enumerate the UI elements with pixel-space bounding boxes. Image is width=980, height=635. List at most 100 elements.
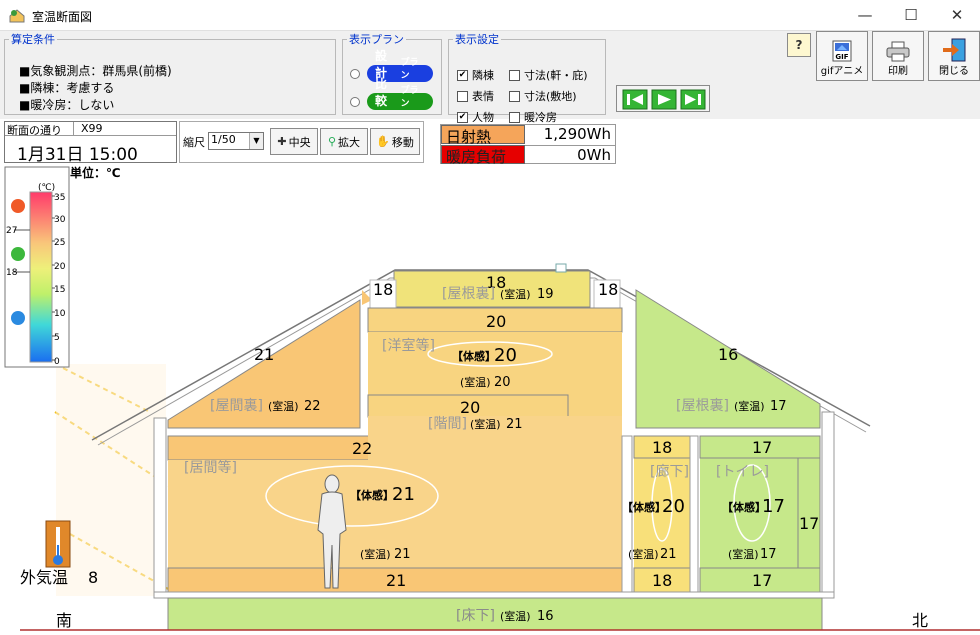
outside-label: 外気温 [20,568,68,587]
neighbor-checkbox[interactable]: ✔ 隣棟 [457,67,494,83]
hvac-checkbox[interactable]: 暖冷房 [509,109,557,125]
chevron-down-icon[interactable]: ▼ [249,133,263,149]
hall-feel-label: 【体感】 [622,500,666,514]
person-check-box[interactable]: ✔ [457,111,468,123]
toilet-feel: 17 [762,496,785,517]
maximize-button[interactable]: ☐ [888,0,934,30]
print-button[interactable]: 印刷 [872,31,924,81]
enlarge-label: 拡大 [338,135,361,149]
close-app-button[interactable]: 閉じる [928,31,980,81]
play-icon[interactable] [651,89,677,110]
zoom-value: 1/50 [211,133,236,146]
tick-10: 10 [54,309,66,319]
step-back-icon[interactable] [622,89,648,110]
south-label: 南 [56,611,72,630]
toilet-side [797,457,821,569]
gif-animation-button[interactable]: GIF gifアニメ [816,31,868,81]
western-temp: 20 [494,375,511,390]
close-window-button[interactable]: ✕ [934,0,980,30]
solar-value: 1,290Wh [543,125,611,143]
tick-30: 30 [54,215,66,225]
right-attic-label: [屋根裏] [676,397,729,414]
expression-check-box[interactable] [457,90,468,102]
toilet-room-label: (室温) [728,547,759,561]
living-feel: 21 [392,484,415,505]
unit-symbol: (℃) [38,183,55,193]
design-plan-suffix: プラン [400,58,419,81]
enlarge-button[interactable]: ⚲ 拡大 [320,128,368,155]
section-info: 断面の通り X99 1月31日 15:00 [4,121,177,165]
toilet-feel-label: 【体感】 [722,500,766,514]
compare-plan-label: 比較 [375,77,388,108]
ceiling1-temp: 22 [352,439,372,458]
left-attic-temp: 22 [304,399,321,414]
compare-plan-radio[interactable] [350,97,360,107]
gif-label: gifアニメ [820,66,864,77]
living-floor-temp: 21 [386,571,406,590]
site-dimension-checkbox[interactable]: 寸法(敷地) [509,88,577,104]
left-attic-area [167,299,361,429]
toilet-side-temp: 17 [799,514,819,533]
tick-25: 25 [54,238,65,248]
projection-shade [56,364,166,596]
western-feel: 20 [494,345,517,366]
attic-temp: 19 [537,287,554,302]
design-plan-radio[interactable] [350,69,360,79]
hall-floor-temp: 18 [652,571,672,590]
heat-label-cell: 暖房負荷 [441,145,525,166]
compare-plan-suffix: プラン [400,86,419,109]
living-room-label: (室温) [360,547,391,561]
tick-35: 35 [54,193,65,203]
right-attic-temp: 17 [770,399,787,414]
hvac-check-label: 暖冷房 [524,111,557,124]
condition-neighbor: ■隣棟：考慮する [19,81,115,95]
eave-check-box[interactable] [509,69,520,81]
section-drawing: 単位：℃ (℃) 35 30 25 20 15 10 5 0 27 18 21 … [4,165,980,631]
living-feel-label: 【体感】 [350,488,394,502]
exit-door-icon [943,38,966,62]
heat-label: 暖房負荷 [446,148,507,166]
minimize-button[interactable]: — [842,0,888,30]
attic-top-left-temp: 18 [373,280,393,299]
hvac-check-box[interactable] [509,111,520,123]
site-check-box[interactable] [509,90,520,102]
section-divider [73,122,74,136]
title-bar: 室温断面図 — ☐ ✕ [0,0,980,31]
living-temp: 21 [394,547,411,562]
south-wall [153,417,167,597]
floor2-temp: 20 [460,398,480,417]
upper-ceiling-temp: 20 [486,312,506,331]
center-button[interactable]: ✚ 中央 [270,128,318,155]
zoom-select[interactable]: 1/50 ▼ [208,132,264,150]
expression-checkbox[interactable]: 表情 [457,88,494,104]
left-attic-label: [屋間裏] [210,397,263,414]
compare-plan-button[interactable]: 比較 プラン [367,77,433,110]
help-button[interactable]: ? [787,33,811,57]
display-settings-group: 表示設定 ✔ 隣棟 寸法(軒・庇) 表情 寸法(敷地) ✔ 人物 暖冷房 [448,31,606,124]
person-check-label: 人物 [472,111,494,124]
underfloor-area [167,597,823,631]
north-label: 北 [912,611,928,630]
neighbor-check-label: 隣棟 [472,69,494,82]
temperature-scale-bar [29,191,53,363]
toilet-label: [トイレ] [716,464,769,480]
heat-value-cell: 0Wh [525,145,615,164]
marker-18: 18 [6,268,18,278]
step-forward-icon[interactable] [680,89,706,110]
eave-check-label: 寸法(軒・庇) [524,69,588,82]
outside-temp: 8 [88,568,98,587]
section-label: 断面の通り [7,124,62,137]
tick-0: 0 [54,357,60,367]
print-label: 印刷 [888,66,908,77]
playback-controls [616,85,710,112]
person-checkbox[interactable]: ✔ 人物 [457,109,494,125]
marker-27: 27 [6,226,17,236]
hall-feel: 20 [662,496,685,517]
hand-icon: ✋ [376,135,390,148]
eave-dimension-checkbox[interactable]: 寸法(軒・庇) [509,67,588,83]
move-button[interactable]: ✋ 移動 [370,128,420,155]
crosshair-icon: ✚ [277,135,287,148]
western-label: [洋室等] [382,337,435,354]
neighbor-check-box[interactable]: ✔ [457,69,468,81]
attic-top-right-temp: 18 [598,280,618,299]
